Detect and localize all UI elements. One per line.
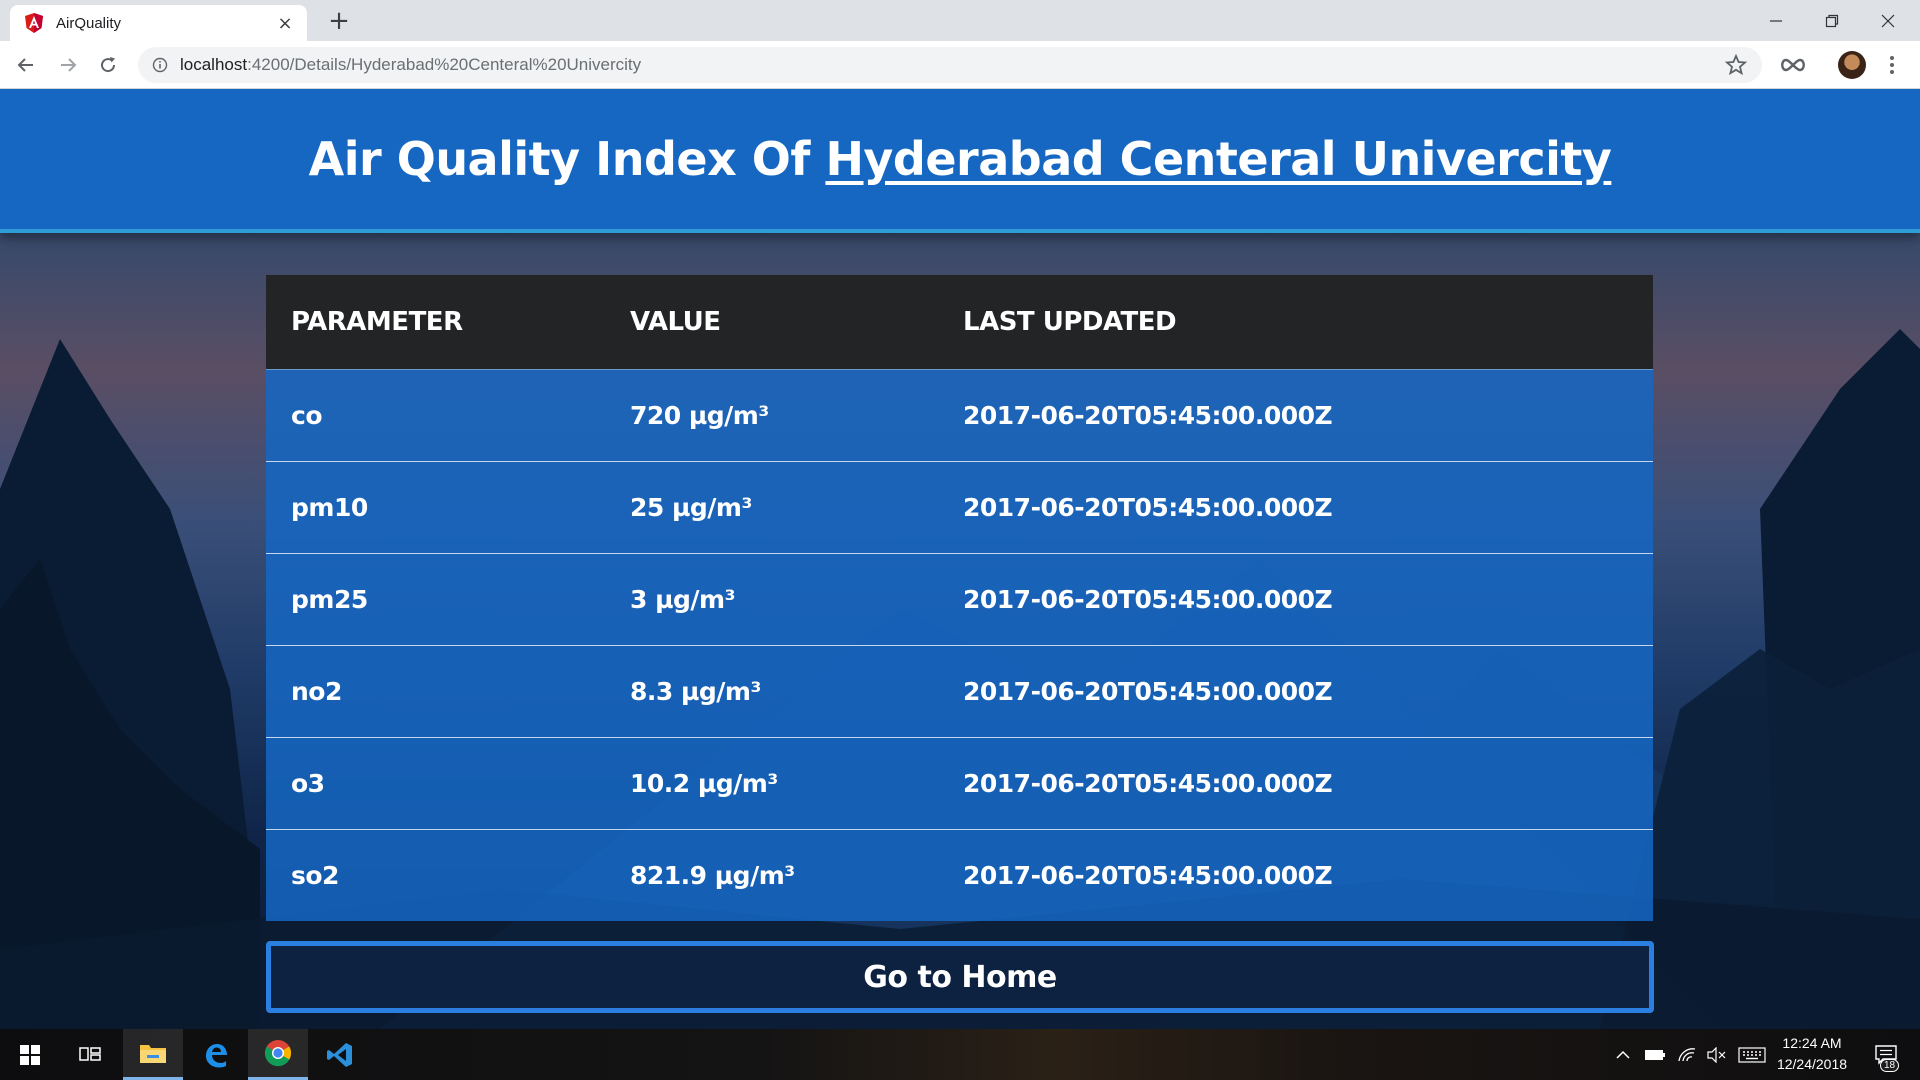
page-header: Air Quality Index Of Hyderabad Centeral … xyxy=(0,89,1920,233)
parameter-cell: pm25 xyxy=(291,584,368,614)
network-status[interactable] xyxy=(1672,1029,1702,1080)
table-header-row: PARAMETER VALUE LAST UPDATED xyxy=(266,275,1653,369)
minimize-icon xyxy=(1770,19,1782,22)
clock-time: 12:24 AM xyxy=(1782,1035,1842,1051)
taskbar-file-explorer[interactable] xyxy=(123,1029,183,1080)
forward-arrow-icon xyxy=(61,58,77,72)
url-host: localhost xyxy=(180,55,248,74)
air-quality-table: PARAMETER VALUE LAST UPDATED co 720 µg/m… xyxy=(266,275,1653,921)
value-cell: 3 µg/m³ xyxy=(630,584,736,614)
tab-close-icon[interactable]: × xyxy=(273,13,297,34)
task-view-button[interactable] xyxy=(60,1029,120,1080)
action-center-button[interactable] xyxy=(1862,1029,1910,1080)
back-button[interactable] xyxy=(10,49,42,81)
volume-muted-icon xyxy=(1707,1046,1726,1063)
address-bar[interactable]: localhost:4200/Details/Hyderabad%20Cente… xyxy=(138,47,1762,83)
url-path: :4200/Details/Hyderabad%20Centeral%20Uni… xyxy=(247,55,642,74)
forward-button[interactable] xyxy=(52,49,84,81)
tab-title: AirQuality xyxy=(56,14,122,32)
touch-keyboard[interactable] xyxy=(1734,1029,1770,1080)
last-updated-cell: 2017-06-20T05:45:00.000Z xyxy=(963,492,1333,522)
page-viewport: Air Quality Index Of Hyderabad Centeral … xyxy=(0,89,1920,1029)
battery-icon xyxy=(1645,1049,1665,1060)
last-updated-cell: 2017-06-20T05:45:00.000Z xyxy=(963,584,1333,614)
value-cell: 720 µg/m³ xyxy=(630,400,769,430)
parameter-cell: o3 xyxy=(291,768,325,798)
info-icon[interactable] xyxy=(152,57,168,73)
table-row: co 720 µg/m³ 2017-06-20T05:45:00.000Z xyxy=(266,369,1653,461)
new-tab-button[interactable]: + xyxy=(322,6,356,36)
edge-icon xyxy=(206,1043,227,1067)
city-name-link[interactable]: Hyderabad Centeral Univercity xyxy=(825,132,1611,186)
back-arrow-icon xyxy=(17,58,33,72)
start-button[interactable] xyxy=(0,1029,60,1080)
close-icon xyxy=(1881,14,1895,27)
profile-avatar[interactable] xyxy=(1838,51,1866,79)
notification-count-badge: 18 xyxy=(1880,1059,1900,1072)
file-explorer-icon xyxy=(140,1045,166,1063)
chrome-icon xyxy=(264,1040,292,1067)
close-window-button[interactable] xyxy=(1860,0,1916,41)
last-updated-cell: 2017-06-20T05:45:00.000Z xyxy=(963,768,1333,798)
taskbar-vscode[interactable] xyxy=(310,1029,370,1080)
last-updated-cell: 2017-06-20T05:45:00.000Z xyxy=(963,860,1333,890)
column-header-last-updated: LAST UPDATED xyxy=(963,306,1177,337)
go-to-home-button[interactable]: Go to Home xyxy=(266,941,1654,1013)
angular-favicon xyxy=(25,13,43,33)
windows-start-icon xyxy=(20,1044,40,1065)
minimize-button[interactable] xyxy=(1748,0,1804,41)
value-cell: 10.2 µg/m³ xyxy=(630,768,778,798)
title-prefix: Air Quality Index Of xyxy=(308,132,826,186)
keyboard-icon xyxy=(1738,1046,1766,1063)
clock-date: 12/24/2018 xyxy=(1776,1056,1848,1072)
show-hidden-icons[interactable] xyxy=(1608,1029,1638,1080)
value-cell: 8.3 µg/m³ xyxy=(630,676,761,706)
column-header-parameter: PARAMETER xyxy=(291,306,463,337)
parameter-cell: so2 xyxy=(291,860,339,890)
parameter-cell: no2 xyxy=(291,676,342,706)
browser-tab[interactable]: AirQuality × xyxy=(10,5,307,41)
table-row: no2 8.3 µg/m³ 2017-06-20T05:45:00.000Z xyxy=(266,645,1653,737)
wifi-icon xyxy=(1678,1047,1696,1061)
vscode-icon xyxy=(327,1042,352,1067)
battery-status[interactable] xyxy=(1640,1029,1670,1080)
reload-button[interactable] xyxy=(92,49,124,81)
taskbar-clock[interactable]: 12:24 AM 12/24/2018 xyxy=(1772,1033,1852,1075)
table-row: o3 10.2 µg/m³ 2017-06-20T05:45:00.000Z xyxy=(266,737,1653,829)
task-view-icon xyxy=(79,1046,101,1061)
parameter-cell: co xyxy=(291,400,323,430)
parameter-cell: pm10 xyxy=(291,492,368,522)
restore-icon xyxy=(1825,14,1839,27)
extension-icon[interactable] xyxy=(1778,54,1808,76)
star-icon[interactable] xyxy=(1724,53,1748,77)
restore-button[interactable] xyxy=(1804,0,1860,41)
taskbar-chrome[interactable] xyxy=(248,1029,308,1080)
browser-toolbar: localhost:4200/Details/Hyderabad%20Cente… xyxy=(0,41,1920,89)
column-header-value: VALUE xyxy=(630,306,721,337)
page-title: Air Quality Index Of Hyderabad Centeral … xyxy=(309,132,1612,186)
value-cell: 821.9 µg/m³ xyxy=(630,860,795,890)
windows-taskbar: 12:24 AM 12/24/2018 18 xyxy=(0,1029,1920,1080)
last-updated-cell: 2017-06-20T05:45:00.000Z xyxy=(963,676,1333,706)
menu-dots-icon[interactable] xyxy=(1882,51,1902,79)
reload-icon xyxy=(101,57,116,73)
table-row: pm25 3 µg/m³ 2017-06-20T05:45:00.000Z xyxy=(266,553,1653,645)
browser-titlebar: AirQuality × + xyxy=(0,0,1920,41)
table-row: so2 821.9 µg/m³ 2017-06-20T05:45:00.000Z xyxy=(266,829,1653,921)
chevron-up-icon xyxy=(1616,1050,1630,1059)
volume-status[interactable] xyxy=(1702,1029,1732,1080)
table-row: pm10 25 µg/m³ 2017-06-20T05:45:00.000Z xyxy=(266,461,1653,553)
taskbar-edge[interactable] xyxy=(186,1029,246,1080)
value-cell: 25 µg/m³ xyxy=(630,492,752,522)
last-updated-cell: 2017-06-20T05:45:00.000Z xyxy=(963,400,1333,430)
